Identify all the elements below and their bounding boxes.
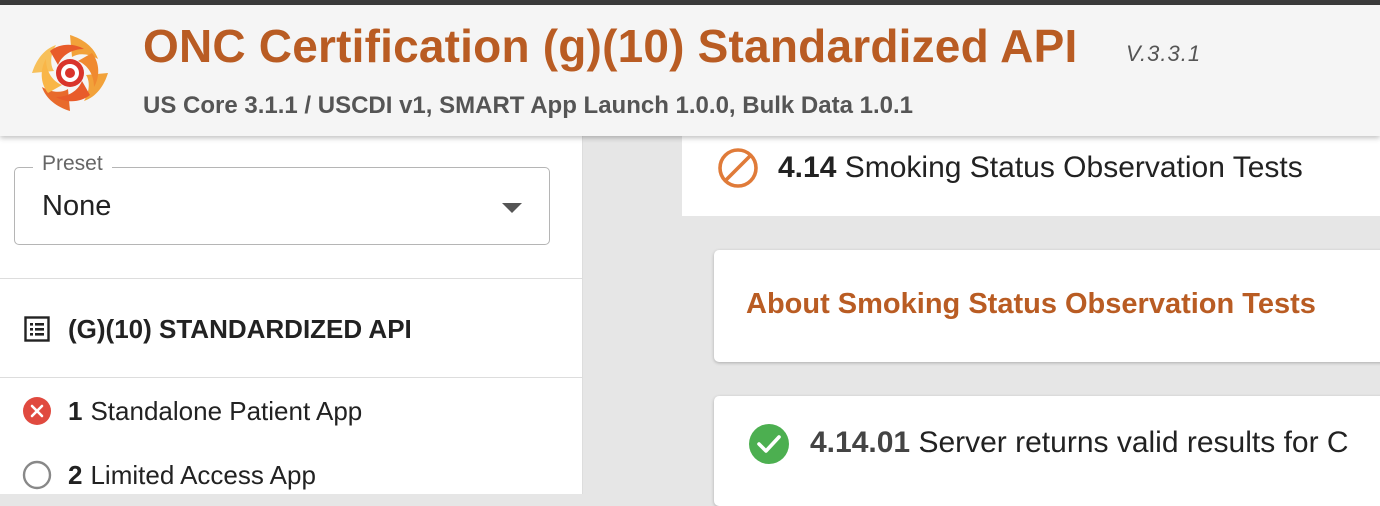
sidebar-item-number: 1 — [68, 395, 83, 426]
inferno-logo-icon[interactable] — [28, 31, 112, 115]
suite-title[interactable]: (G)(10) STANDARDIZED API — [68, 314, 412, 345]
test-title: 4.14.01 Server returns valid results for… — [810, 426, 1349, 460]
divider — [0, 377, 583, 378]
preset-label: Preset — [33, 152, 112, 176]
test-number: 4.14.01 — [810, 426, 911, 459]
app-version: V.3.3.1 — [1126, 41, 1202, 66]
group-number: 4.14 — [778, 151, 837, 184]
not-run-circle-icon — [22, 460, 52, 490]
preset-select[interactable]: Preset None — [14, 152, 550, 245]
pass-check-icon — [749, 424, 789, 464]
group-title-text: Smoking Status Observation Tests — [844, 151, 1303, 184]
sidebar-item-number: 2 — [68, 459, 83, 490]
group-title: 4.14 Smoking Status Observation Tests — [778, 151, 1303, 185]
app-subtitle: US Core 3.1.1 / USCDI v1, SMART App Laun… — [143, 92, 913, 119]
preset-value: None — [42, 190, 112, 222]
omitted-icon — [718, 148, 758, 188]
sidebar-item-label: Limited Access App — [90, 459, 316, 490]
fail-icon — [23, 397, 51, 425]
divider — [0, 278, 583, 279]
test-card[interactable]: 4.14.01 Server returns valid results for… — [714, 396, 1380, 506]
about-card[interactable]: About Smoking Status Observation Tests — [714, 250, 1380, 362]
sidebar: Preset None (G)(10) STANDARDIZED API 1 S… — [0, 136, 583, 494]
sidebar-item-label: Standalone Patient App — [90, 395, 363, 426]
group-header: 4.14 Smoking Status Observation Tests — [682, 136, 1380, 216]
about-title[interactable]: About Smoking Status Observation Tests — [746, 288, 1316, 321]
sidebar-item-standalone-patient-app[interactable]: 1 Standalone Patient App — [22, 394, 362, 428]
caret-down-icon[interactable] — [502, 203, 522, 213]
list-icon — [24, 316, 50, 342]
test-title-text: Server returns valid results for C — [918, 426, 1349, 459]
app-title: ONC Certification (g)(10) Standardized A… — [143, 20, 1078, 72]
sidebar-item-limited-access-app[interactable]: 2 Limited Access App — [22, 458, 316, 492]
app-header: ONC Certification (g)(10) Standardized A… — [0, 5, 1380, 136]
